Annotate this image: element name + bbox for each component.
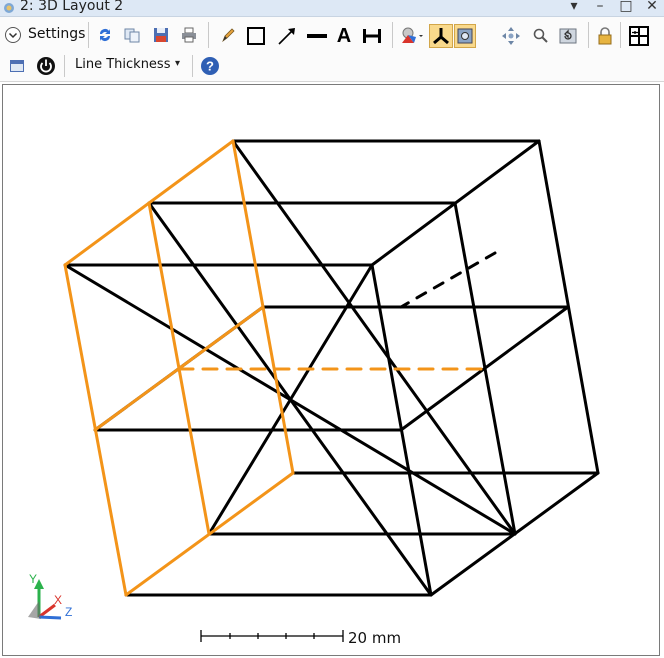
dimension-tool-button[interactable] [360,24,384,48]
reset-view-icon [559,28,577,44]
scale-bar [200,630,344,642]
axis-view-icon [433,28,449,45]
save-icon [154,28,168,42]
pan-button[interactable] [500,24,522,48]
arrow-icon [278,28,295,45]
color-scheme-dropdown[interactable] [398,24,424,48]
wireframe-edge [207,263,374,536]
window-menu-button[interactable]: ▾ [566,0,582,15]
layout-3d-viewport[interactable]: Y X Z [2,84,660,656]
refresh-button[interactable] [95,24,115,46]
magnifier-icon [533,28,548,43]
line-tool-button[interactable] [305,24,329,48]
x-axis-label: X [54,593,62,607]
minimize-button[interactable]: – [592,0,608,15]
rectangle-icon [247,27,265,45]
wireframe-drawing: Y X Z [28,139,600,642]
zemax-layout-icon [4,3,14,13]
reset-view-button[interactable] [556,24,580,48]
separator [208,22,209,48]
axis-origin-shade [28,601,41,619]
rectangle-tool-button[interactable] [244,24,268,48]
fit-view-button[interactable] [454,24,476,48]
refresh-icon [100,28,110,41]
arrow-tool-button[interactable] [275,24,299,48]
svg-text:?: ? [206,59,214,74]
separator [192,55,193,77]
settings-toggle-button[interactable] [4,26,22,44]
dimension-icon [363,29,381,43]
text-tool-button[interactable]: A [333,24,355,48]
move-arrows-icon [502,27,520,45]
lock-icon [598,27,612,45]
power-button[interactable] [35,55,57,77]
x-axis-arrow [38,603,56,619]
window-options-button[interactable] [6,55,28,77]
axis-view-button[interactable] [429,24,453,48]
printer-icon [182,27,196,43]
window-layout-button[interactable] [627,24,651,48]
separator [392,22,393,48]
separator [620,22,621,48]
line-icon [307,34,327,38]
grid-layout-icon [629,26,649,46]
close-button[interactable]: ✕ [644,0,660,15]
palette-icon [402,27,423,43]
scale-bar-label: 20 mm [348,629,402,647]
help-icon: ? [201,57,219,75]
print-button[interactable] [178,24,200,46]
power-icon [37,57,55,75]
line-thickness-dropdown[interactable]: Line Thickness [75,57,170,72]
copy-button[interactable] [121,24,143,46]
save-button[interactable] [150,24,172,46]
window-title: 2: 3D Layout 2 [20,0,124,14]
title-bar: 2: 3D Layout 2 ▾ – □ ✕ [0,0,664,17]
axis-triad: Y X Z [28,572,72,620]
z-axis-label: Z [65,605,72,619]
pencil-icon [222,28,235,43]
wireframe-edge [231,139,517,536]
separator [588,22,589,48]
settings-label[interactable]: Settings [28,26,85,42]
separator [64,55,65,77]
zoom-button[interactable] [530,24,552,48]
fit-view-icon [457,28,473,44]
y-axis-label: Y [29,572,37,586]
pencil-tool-button[interactable] [218,24,238,46]
z-axis-arrow [38,615,62,620]
maximize-button[interactable]: □ [618,0,634,15]
help-button[interactable]: ? [199,55,221,77]
hidden-edge [399,251,497,309]
separator [88,22,89,48]
copy-icon [124,28,140,43]
window-options-icon [10,60,24,72]
lock-button[interactable] [594,24,616,48]
line-thickness-arrow-icon[interactable]: ▾ [175,58,180,69]
chevron-circle-icon [5,27,21,43]
